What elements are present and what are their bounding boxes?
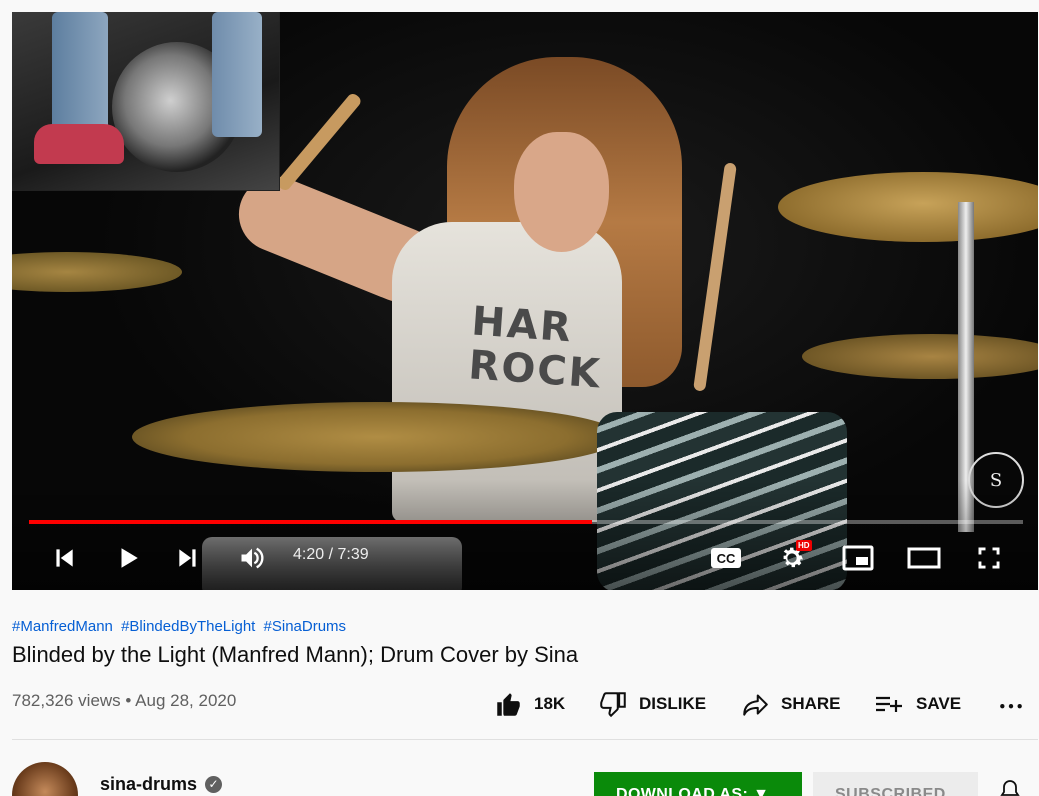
playlist-add-icon (876, 696, 902, 712)
video-meta: 782,326 views • Aug 28, 2020 (12, 691, 236, 711)
video-title: Blinded by the Light (Manfred Mann); Dru… (12, 642, 579, 667)
download-label: DOWNLOAD AS: (616, 786, 749, 796)
thumbs-down-icon (600, 691, 626, 717)
video-player[interactable]: HAR ROCK S 4:20 / 7:39 (12, 12, 1038, 590)
miniplayer-icon[interactable] (838, 538, 878, 578)
progress-played (29, 520, 592, 524)
channel-name-row[interactable]: sina-drums ✓ (100, 774, 223, 795)
meta-separator: • (125, 691, 136, 710)
captions-icon[interactable]: CC (706, 538, 746, 578)
more-actions-button[interactable] (998, 688, 1036, 720)
shirt-print: HAR ROCK (467, 298, 604, 398)
dislike-button[interactable]: DISLIKE (600, 688, 706, 720)
hd-badge: HD (796, 540, 812, 551)
subscribed-button[interactable]: SUBSCRIBED (813, 772, 978, 796)
save-button[interactable]: SAVE (874, 688, 961, 720)
like-button[interactable]: 18K (495, 688, 565, 720)
cymbal-center (132, 402, 622, 472)
section-divider (12, 739, 1038, 740)
verified-check-icon: ✓ (205, 776, 223, 793)
time-display: 4:20 / 7:39 (293, 546, 369, 563)
progress-bar[interactable] (29, 520, 1023, 524)
theater-icon[interactable] (904, 538, 944, 578)
download-button[interactable]: DOWNLOAD AS: ▼ (594, 772, 802, 796)
channel-name[interactable]: sina-drums (100, 774, 197, 795)
share-label: SHARE (781, 694, 841, 713)
share-button[interactable]: SHARE (742, 688, 841, 720)
save-label: SAVE (916, 694, 962, 713)
share-icon (743, 693, 768, 716)
drummer-face (514, 132, 609, 252)
svg-text:CC: CC (717, 551, 736, 566)
fullscreen-icon[interactable] (969, 538, 1009, 578)
like-count: 18K (534, 694, 566, 713)
notification-bell-icon[interactable] (998, 778, 1022, 796)
upload-date: Aug 28, 2020 (135, 691, 237, 710)
hashtag-link[interactable]: #ManfredMann (12, 618, 113, 635)
channel-avatar[interactable] (12, 762, 78, 796)
skip-previous-icon[interactable] (44, 538, 84, 578)
more-horizontal-icon (1000, 704, 1022, 709)
play-icon[interactable] (108, 538, 148, 578)
hashtag-link[interactable]: #BlindedByTheLight (121, 618, 255, 635)
volume-icon[interactable] (232, 538, 272, 578)
player-controls: 4:20 / 7:39 CC HD (12, 538, 1038, 578)
dropdown-arrow-icon: ▼ (753, 786, 770, 796)
view-count: 782,326 views (12, 691, 121, 710)
picture-in-picture-inset (12, 12, 280, 191)
gear-icon[interactable]: HD (772, 538, 812, 578)
dislike-label: DISLIKE (639, 694, 707, 713)
hashtag-link[interactable]: #SinaDrums (264, 618, 347, 635)
skip-next-icon[interactable] (168, 538, 208, 578)
hashtag-list: #ManfredMann #BlindedByTheLight #SinaDru… (12, 618, 350, 635)
thumbs-up-icon (497, 692, 520, 716)
